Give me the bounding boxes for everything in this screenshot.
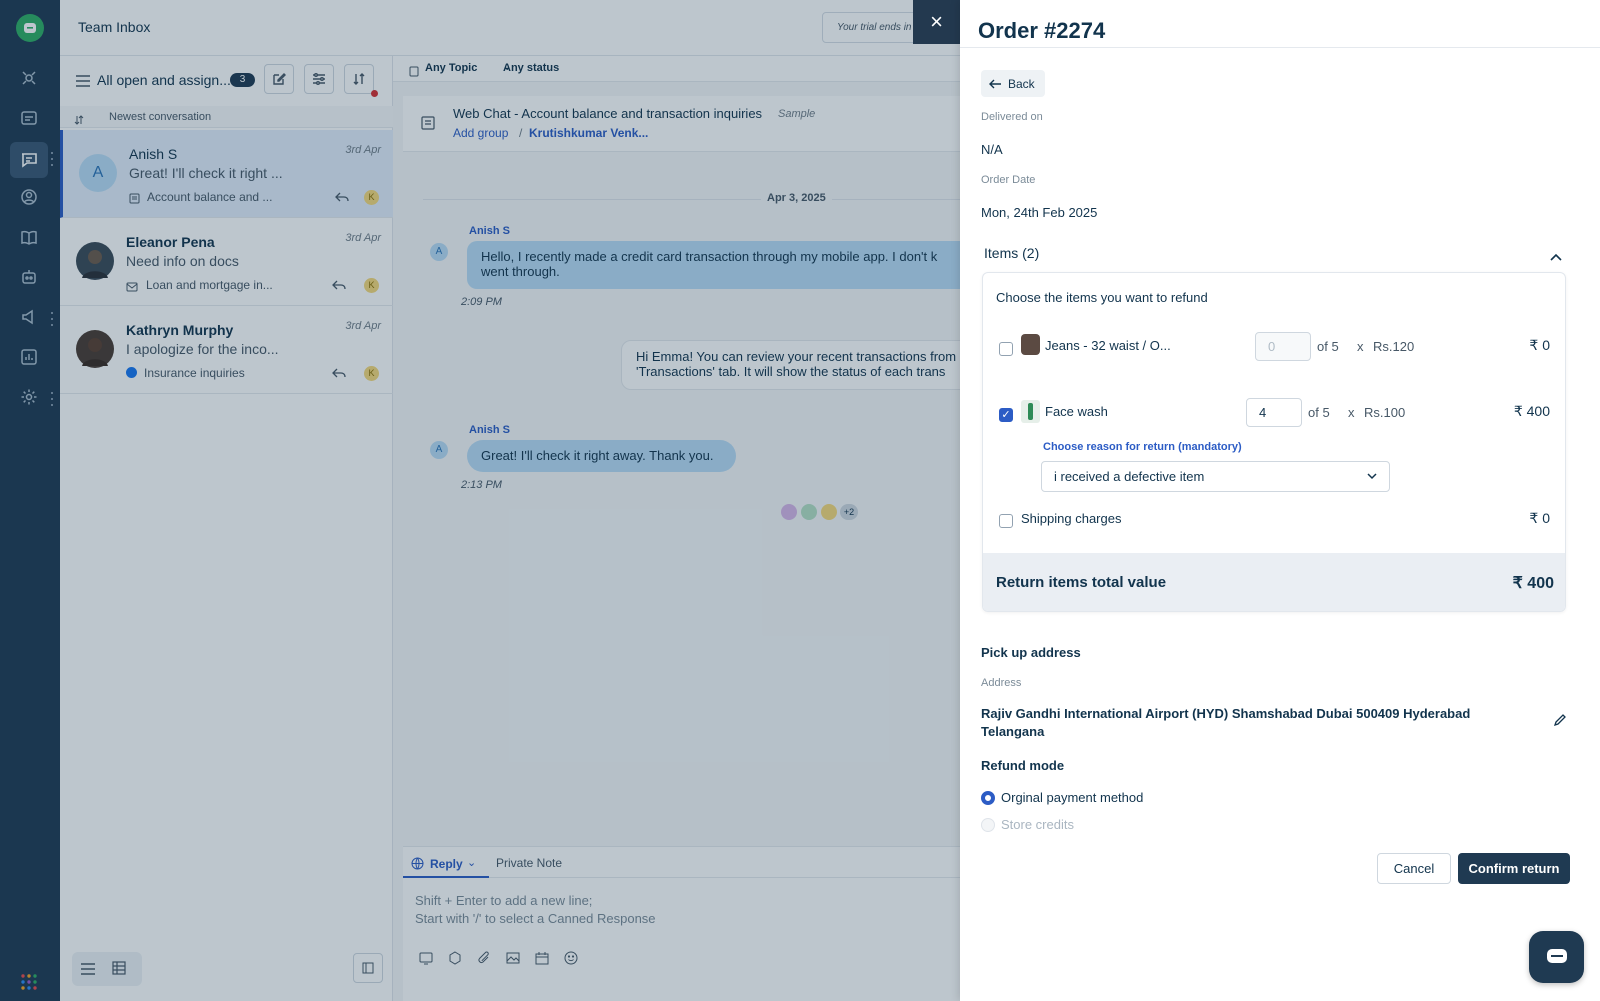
refund-items-box: Choose the items you want to refund Jean… xyxy=(982,272,1566,612)
address-line2: Telangana xyxy=(981,724,1045,739)
item-quantity-input[interactable]: 0 xyxy=(1255,332,1311,361)
item-max-qty: of 5 xyxy=(1308,405,1330,420)
chevron-up-icon[interactable] xyxy=(1550,248,1562,266)
close-panel-button[interactable]: × xyxy=(913,0,960,44)
chevron-down-icon xyxy=(1367,473,1377,480)
back-label: Back xyxy=(1008,76,1035,91)
return-reason-select[interactable]: i received a defective item xyxy=(1041,461,1390,492)
jeans-thumbnail xyxy=(1021,334,1040,355)
chat-widget-button[interactable] xyxy=(1529,931,1584,983)
items-header[interactable]: Items (2) xyxy=(984,245,1039,261)
item-name: Face wash xyxy=(1045,404,1108,419)
item-total: ₹ 400 xyxy=(1513,403,1550,419)
radio-original-payment[interactable] xyxy=(981,791,995,805)
delivered-value: N/A xyxy=(981,142,1003,157)
order-return-panel: Order #2274 Back Delivered on N/A Order … xyxy=(960,0,1600,1001)
back-button[interactable]: Back xyxy=(981,70,1045,97)
item-unit-price: Rs.100 xyxy=(1364,405,1406,420)
order-date-label: Order Date xyxy=(981,174,1036,186)
delivered-label: Delivered on xyxy=(981,111,1043,123)
refund-option-label: Store credits xyxy=(1001,817,1074,832)
address-label: Address xyxy=(981,677,1022,689)
edit-pencil-icon[interactable] xyxy=(1553,713,1567,732)
face-wash-thumbnail xyxy=(1021,400,1040,423)
total-label: Return items total value xyxy=(996,574,1167,591)
shipping-checkbox[interactable] xyxy=(999,514,1013,528)
item-quantity-input[interactable]: 4 xyxy=(1246,398,1302,427)
item-total: ₹ 0 xyxy=(1529,337,1550,353)
total-bar: Return items total value ₹ 400 xyxy=(983,553,1565,611)
item-checkbox-face-wash[interactable]: ✓ xyxy=(999,408,1013,422)
cancel-button[interactable]: Cancel xyxy=(1377,853,1451,884)
order-date-value: Mon, 24th Feb 2025 xyxy=(981,205,1098,220)
refund-mode-header: Refund mode xyxy=(981,758,1065,773)
radio-store-credits[interactable] xyxy=(981,818,995,832)
close-icon: × xyxy=(930,9,943,34)
item-unit-price: Rs.120 xyxy=(1373,339,1415,354)
address-line1: Rajiv Gandhi International Airport (HYD)… xyxy=(981,706,1471,721)
modal-overlay[interactable] xyxy=(0,0,960,1001)
item-checkbox-jeans[interactable] xyxy=(999,342,1013,356)
multiply-sign: x xyxy=(1348,405,1355,420)
shipping-value: ₹ 0 xyxy=(1529,510,1550,526)
chat-bubble-icon xyxy=(1546,949,1567,963)
choose-items-label: Choose the items you want to refund xyxy=(996,290,1208,305)
total-value: ₹ 400 xyxy=(1512,575,1554,592)
pickup-header: Pick up address xyxy=(981,645,1081,660)
arrow-left-icon xyxy=(989,79,1001,88)
confirm-return-button[interactable]: Confirm return xyxy=(1458,853,1570,884)
shipping-label: Shipping charges xyxy=(1021,511,1122,526)
item-max-qty: of 5 xyxy=(1317,339,1339,354)
return-reason-value: i received a defective item xyxy=(1054,469,1205,484)
item-name: Jeans - 32 waist / O... xyxy=(1045,338,1171,353)
multiply-sign: x xyxy=(1357,339,1364,354)
panel-title: Order #2274 xyxy=(978,18,1106,43)
refund-option-label: Orginal payment method xyxy=(1001,790,1144,805)
return-reason-label: Choose reason for return (mandatory) xyxy=(1043,441,1242,453)
